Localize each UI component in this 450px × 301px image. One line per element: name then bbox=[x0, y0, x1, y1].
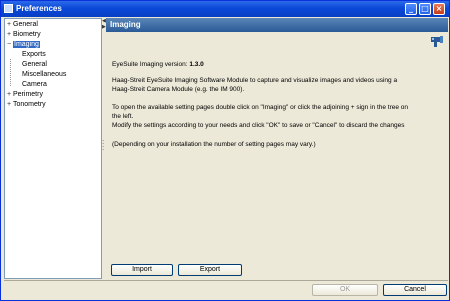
splitter-grip-icon[interactable]: · · · · bbox=[102, 138, 104, 154]
tree-item-miscellaneous[interactable]: Miscellaneous bbox=[22, 70, 66, 79]
description-line-1: Haag-Streit EyeSuite Imaging Software Mo… bbox=[112, 77, 398, 84]
settings-panel: Imaging EyeSuite Imaging version: 1.3.0 … bbox=[106, 18, 448, 279]
tree-item-tonometry[interactable]: + Tonometry bbox=[7, 100, 46, 109]
settings-tree: + General + Biometry − Imaging Exports Gene… bbox=[4, 18, 102, 279]
camera-module-icon bbox=[431, 36, 443, 47]
tree-item-exports[interactable]: Exports bbox=[22, 50, 46, 59]
tree-item-biometry[interactable]: + Biometry bbox=[7, 30, 41, 39]
version-line: EyeSuite Imaging version: 1.3.0 bbox=[112, 61, 204, 68]
description-line-2: Haag-Streit Camera Module (e.g. the IM 9… bbox=[112, 86, 245, 93]
export-button[interactable]: Export bbox=[178, 264, 242, 276]
window-title: Preferences bbox=[16, 4, 62, 13]
ok-button[interactable]: OK bbox=[312, 284, 378, 296]
note-text: (Depending on your installation the numb… bbox=[112, 141, 316, 148]
title-bar[interactable]: Preferences _ □ × bbox=[1, 1, 449, 17]
tree-item-camera[interactable]: Camera bbox=[22, 80, 47, 89]
instructions-line-2: the left. bbox=[112, 113, 134, 120]
tree-item-general[interactable]: + General bbox=[7, 20, 38, 29]
preferences-window: Preferences _ □ × + General + Biometry − Im… bbox=[0, 0, 450, 301]
footer-divider bbox=[4, 280, 448, 281]
minimize-button[interactable]: _ bbox=[405, 3, 417, 15]
tree-item-imaging[interactable]: − Imaging bbox=[7, 40, 40, 49]
tree-item-imaging-general[interactable]: General bbox=[22, 60, 47, 69]
import-button[interactable]: Import bbox=[111, 264, 173, 276]
panel-title: Imaging bbox=[110, 20, 141, 29]
version-value: 1.3.0 bbox=[189, 61, 204, 68]
panel-header: Imaging bbox=[106, 18, 448, 32]
instructions-line-3: Modify the settings according to your ne… bbox=[112, 122, 405, 129]
cancel-button[interactable]: Cancel bbox=[383, 284, 447, 296]
tree-item-perimetry[interactable]: + Perimetry bbox=[7, 90, 43, 99]
close-button[interactable]: × bbox=[433, 3, 445, 15]
instructions-line-1: To open the available setting pages doub… bbox=[112, 104, 409, 111]
app-icon bbox=[4, 4, 13, 13]
maximize-button[interactable]: □ bbox=[419, 3, 431, 15]
